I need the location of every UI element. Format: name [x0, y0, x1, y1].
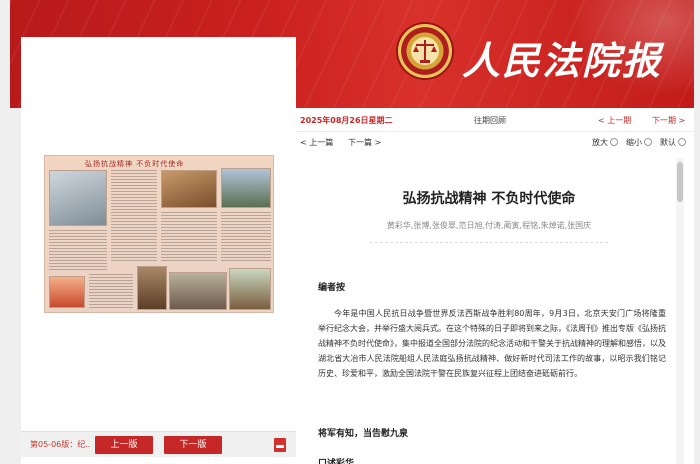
article-scrollbar[interactable]: [676, 158, 684, 464]
prev-page-button[interactable]: 上一版: [95, 436, 153, 454]
newspaper-photo: [49, 170, 107, 226]
newspaper-text-column: [161, 212, 217, 262]
next-page-button[interactable]: 下一版: [164, 436, 222, 454]
divider: [370, 242, 608, 243]
newspaper-photo: [49, 276, 85, 308]
issue-date: 2025年08月26日星期二: [300, 116, 393, 125]
article-panel: 2025年08月26日星期二 往期回顾 < 上一期 下一期 > < 上一篇 下一…: [296, 108, 694, 464]
newspaper-photo: [137, 266, 167, 310]
newspaper-photo: [229, 268, 271, 310]
zoom-in-button[interactable]: 放大: [592, 137, 618, 148]
zoom-out-label: 缩小: [626, 138, 642, 147]
zoom-out-icon: [644, 138, 652, 146]
zoom-in-icon: [610, 138, 618, 146]
article-body: 今年是中国人民抗日战争暨世界反法西斯战争胜利80周年，9月3日，北京天安门广场将…: [318, 309, 666, 378]
article-toolbar: < 上一篇 下一篇 > 放大 缩小 默认: [296, 133, 694, 153]
prev-issue-link[interactable]: < 上一期: [598, 115, 631, 126]
newspaper-text-column: [89, 274, 133, 308]
newspaper-header: 弘扬抗战精神 不负时代使命: [85, 160, 185, 167]
article-subheading: 将军有知，当告慰九泉: [318, 429, 409, 439]
article-title: 弘扬抗战精神 不负时代使命: [402, 191, 576, 207]
newspaper-page-thumbnail[interactable]: 弘扬抗战精神 不负时代使命: [44, 155, 274, 313]
scrollbar-thumb[interactable]: [677, 162, 683, 202]
date-bar: 2025年08月26日星期二 往期回顾 < 上一期 下一期 >: [296, 108, 694, 132]
newspaper-text-column: [111, 170, 157, 262]
editor-note-heading: 编者按: [318, 283, 346, 293]
past-review-link[interactable]: 往期回顾: [474, 115, 506, 126]
newspaper-text-column: [49, 230, 107, 272]
pdf-icon[interactable]: [274, 438, 286, 452]
page-navigation-bar: 第05-06版：纪... 上一版 下一版: [21, 431, 296, 457]
court-emblem-icon: [398, 24, 452, 78]
default-size-label: 默认: [660, 138, 676, 147]
article-authors: 黄彩华,张博,张俊翠,范日旭,付涛,蔺寅,程铭,朱焯诺,张国庆: [386, 221, 592, 230]
page: 人民法院报 弘扬抗战精神 不负时代使命 第05-06版：纪... 上一版 下一版…: [0, 0, 700, 464]
next-issue-link[interactable]: 下一期 >: [652, 115, 685, 126]
zoom-in-label: 放大: [592, 138, 608, 147]
newspaper-photo: [161, 170, 217, 208]
newspaper-photo: [221, 168, 271, 208]
newspaper-photo: [169, 272, 227, 310]
default-size-button[interactable]: 默认: [660, 137, 686, 148]
newspaper-text-column: [221, 212, 271, 262]
page-selector[interactable]: 第05-06版：纪...: [30, 439, 90, 450]
prev-article-link[interactable]: < 上一篇: [300, 137, 333, 148]
article-subheading: 口述彩华: [318, 459, 355, 464]
masthead-title: 人民法院报: [462, 38, 663, 83]
default-size-icon: [678, 138, 686, 146]
article-content: 弘扬抗战精神 不负时代使命 黄彩华,张博,张俊翠,范日旭,付涛,蔺寅,程铭,朱焯…: [310, 158, 668, 464]
next-article-link[interactable]: 下一篇 >: [348, 137, 381, 148]
zoom-out-button[interactable]: 缩小: [626, 137, 652, 148]
